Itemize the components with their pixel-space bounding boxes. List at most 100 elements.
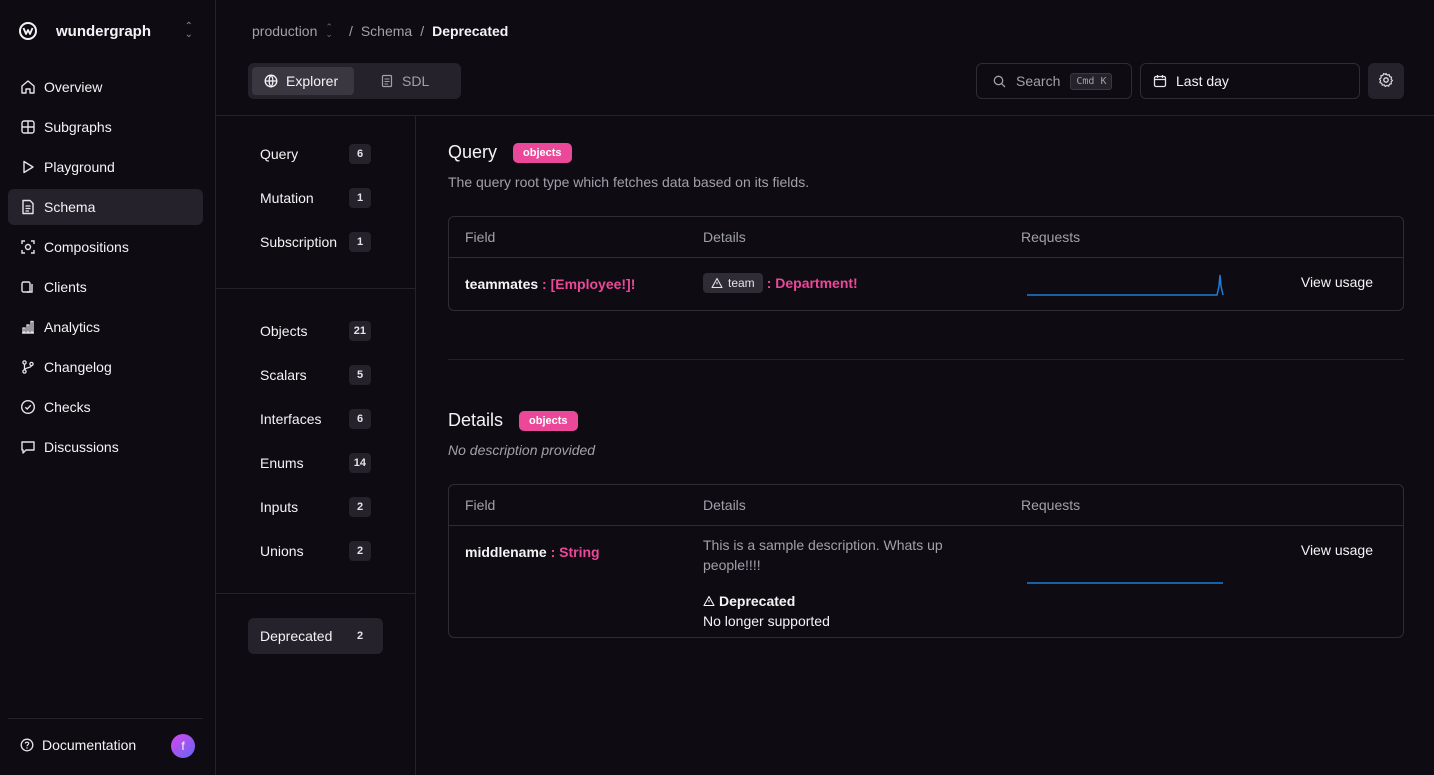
- sidebar-item-label: Checks: [44, 399, 91, 415]
- sidebar-item-subgraphs[interactable]: Subgraphs: [8, 109, 203, 145]
- user-avatar[interactable]: f: [171, 734, 195, 758]
- sidebar-item-analytics[interactable]: Analytics: [8, 309, 203, 345]
- field-name-text: middlename: [465, 544, 547, 560]
- sidebar-item-playground[interactable]: Playground: [8, 149, 203, 185]
- view-usage-button[interactable]: View usage: [1301, 274, 1373, 290]
- search-label: Search: [1016, 73, 1061, 89]
- subnav-item-scalars[interactable]: Scalars 5: [248, 357, 383, 393]
- subnav-item-label: Objects: [260, 323, 308, 339]
- subnav-item-interfaces[interactable]: Interfaces 6: [248, 401, 383, 437]
- subnav-item-unions[interactable]: Unions 2: [248, 533, 383, 569]
- fields-table-details: Field Details Requests middlename : Stri…: [448, 484, 1404, 638]
- sidebar-item-compositions[interactable]: Compositions: [8, 229, 203, 265]
- breadcrumb-separator: /: [420, 23, 425, 39]
- search-icon: [992, 74, 1006, 88]
- tab-explorer[interactable]: Explorer: [252, 67, 354, 95]
- sidebar: wundergraph ⌃ ⌄ Overview Subgraphs Playgr…: [0, 0, 216, 775]
- subnav-item-inputs[interactable]: Inputs 2: [248, 489, 383, 525]
- subnav-item-label: Subscription: [260, 234, 338, 250]
- count-badge: 2: [349, 497, 371, 517]
- breadcrumb-schema-link[interactable]: Schema: [361, 23, 412, 39]
- table-row: middlename : String This is a sample des…: [449, 526, 1403, 637]
- sidebar-item-checks[interactable]: Checks: [8, 389, 203, 425]
- subnav-item-label: Interfaces: [260, 411, 322, 427]
- wundergraph-logo-icon: [18, 21, 38, 41]
- column-header-details: Details: [703, 497, 746, 513]
- subnav-item-query[interactable]: Query 6: [248, 136, 383, 172]
- search-button[interactable]: Search Cmd K: [976, 63, 1132, 99]
- gear-icon: [1378, 72, 1394, 91]
- subnav-item-objects[interactable]: Objects 21: [248, 313, 383, 349]
- bar-chart-icon: [20, 319, 36, 335]
- count-badge: 14: [348, 453, 371, 473]
- sidebar-footer: Documentation f: [8, 718, 203, 775]
- fields-table-query: Field Details Requests teammates : [Empl…: [448, 216, 1404, 311]
- view-usage-button[interactable]: View usage: [1301, 542, 1373, 558]
- column-header-details: Details: [703, 229, 746, 245]
- date-range-picker[interactable]: Last day: [1140, 63, 1360, 99]
- git-branch-icon: [20, 359, 36, 375]
- help-circle-icon: [20, 738, 34, 752]
- column-header-field: Field: [465, 497, 496, 513]
- count-badge: 1: [349, 232, 371, 252]
- file-icon: [20, 199, 36, 215]
- root-types-group: Query 6 Mutation 1 Subscription 1: [248, 136, 383, 268]
- subnav-item-label: Deprecated: [260, 628, 333, 644]
- subnav-divider: [216, 288, 415, 289]
- chevron-up-down-icon: ⌃ ⌄: [325, 22, 333, 39]
- table-header: Field Details Requests: [449, 485, 1403, 526]
- subnav-item-deprecated[interactable]: Deprecated 2: [248, 618, 383, 654]
- subnav-item-label: Enums: [260, 455, 304, 471]
- section-heading: Query: [448, 142, 498, 162]
- warning-triangle-icon: [703, 595, 715, 607]
- field-type: : String: [550, 544, 600, 560]
- section-description: The query root type which fetches data b…: [448, 174, 810, 190]
- sidebar-item-label: Clients: [44, 279, 87, 295]
- table-header: Field Details Requests: [449, 217, 1403, 258]
- chevron-up-down-icon: ⌃ ⌄: [184, 21, 193, 40]
- count-badge: 2: [349, 541, 371, 561]
- field-type: : [Employee!]!: [542, 276, 636, 292]
- subnav-item-subscription[interactable]: Subscription 1: [248, 224, 383, 260]
- org-name: wundergraph: [56, 22, 152, 40]
- deprecated-group: Deprecated 2: [248, 618, 383, 662]
- type-kind-badge: objects: [519, 410, 578, 431]
- check-circle-icon: [20, 399, 36, 415]
- sidebar-item-label: Compositions: [44, 239, 129, 255]
- argument-type: : Department!: [766, 275, 858, 291]
- sidebar-nav: Overview Subgraphs Playground Schema Com…: [8, 69, 203, 469]
- subnav-item-label: Inputs: [260, 499, 299, 515]
- section-title-query: Query objects: [448, 142, 572, 163]
- field-description: This is a sample description. Whats up p…: [703, 537, 943, 573]
- sidebar-item-clients[interactable]: Clients: [8, 269, 203, 305]
- documentation-link[interactable]: Documentation: [20, 737, 136, 753]
- section-heading: Details: [448, 410, 504, 430]
- deprecated-label: Deprecated: [719, 593, 796, 609]
- sidebar-item-discussions[interactable]: Discussions: [8, 429, 203, 465]
- field-name: middlename : String: [465, 544, 600, 560]
- tab-sdl[interactable]: SDL: [368, 67, 441, 95]
- subnav-item-label: Unions: [260, 543, 304, 559]
- file-text-icon: [380, 74, 394, 88]
- sidebar-item-label: Changelog: [44, 359, 112, 375]
- subnav-item-enums[interactable]: Enums 14: [248, 445, 383, 481]
- sidebar-item-schema[interactable]: Schema: [8, 189, 203, 225]
- argument-chip[interactable]: team: [703, 273, 763, 293]
- sidebar-item-overview[interactable]: Overview: [8, 69, 203, 105]
- breadcrumb-separator: /: [348, 23, 353, 39]
- message-icon: [20, 439, 36, 455]
- globe-icon: [264, 74, 278, 88]
- component-icon: [20, 239, 36, 255]
- home-icon: [20, 79, 36, 95]
- search-shortcut: Cmd K: [1070, 72, 1113, 90]
- settings-button[interactable]: [1368, 63, 1404, 99]
- org-switcher[interactable]: wundergraph ⌃ ⌄: [18, 19, 198, 43]
- sidebar-item-changelog[interactable]: Changelog: [8, 349, 203, 385]
- types-group: Objects 21 Scalars 5 Interfaces 6 Enums …: [248, 313, 383, 577]
- count-badge: 2: [356, 630, 364, 642]
- namespace-selector[interactable]: production: [252, 23, 317, 39]
- type-kind-badge: objects: [513, 142, 572, 163]
- count-badge: 1: [349, 188, 371, 208]
- subnav-item-mutation[interactable]: Mutation 1: [248, 180, 383, 216]
- count-badge: 6: [349, 144, 371, 164]
